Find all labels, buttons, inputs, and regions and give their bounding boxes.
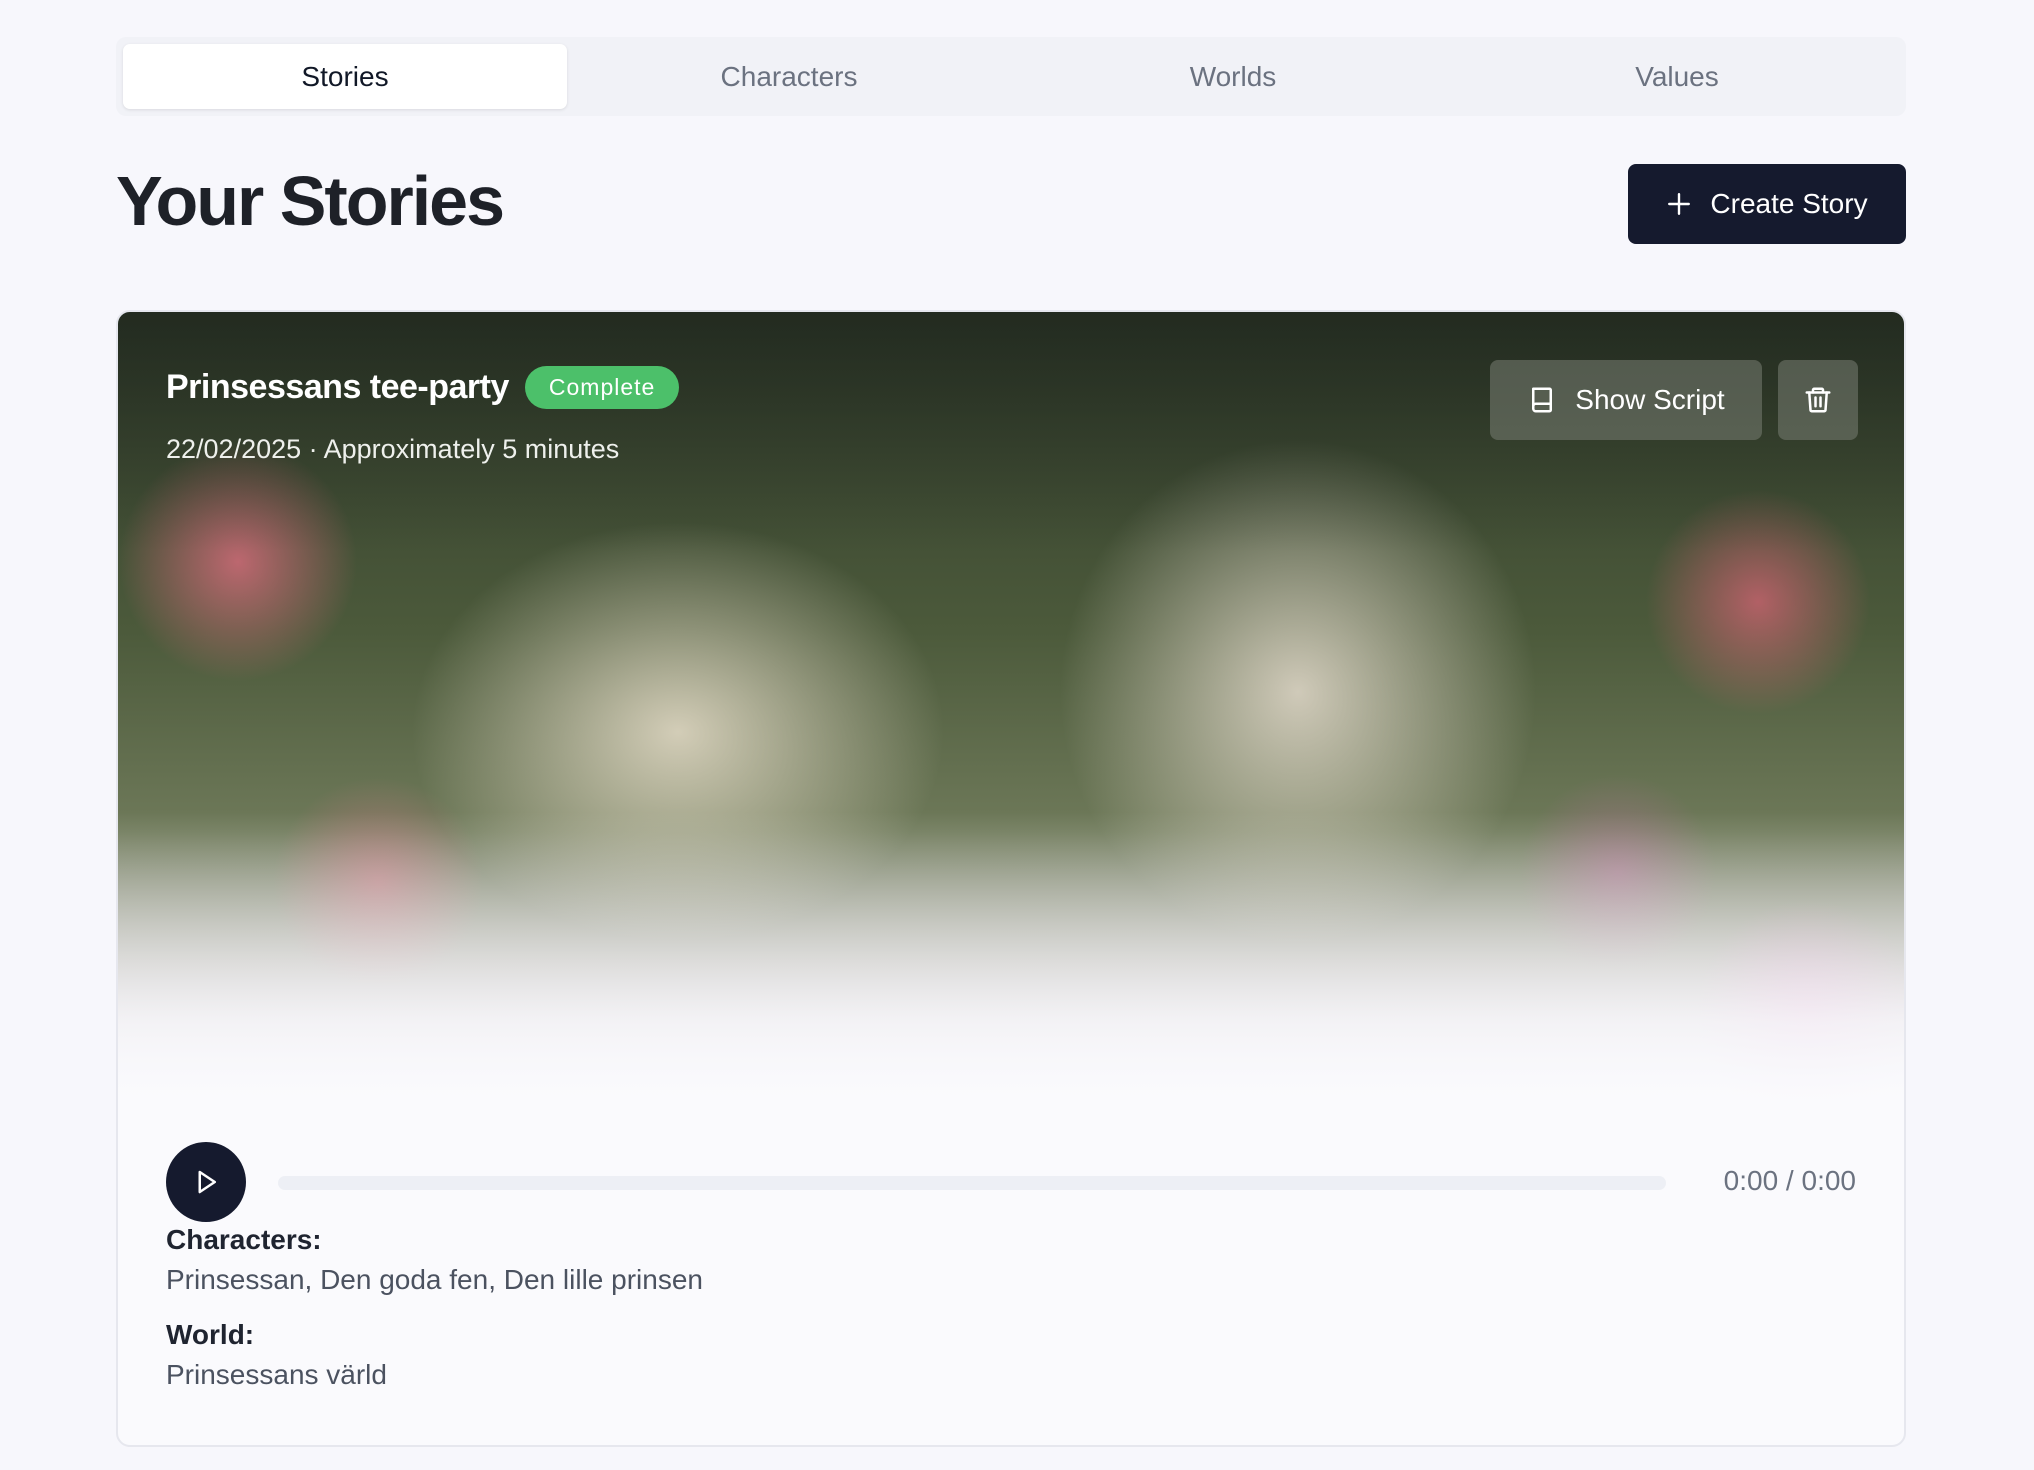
plus-icon xyxy=(1668,193,1691,215)
tab-stories[interactable]: Stories xyxy=(123,44,567,109)
page-title: Your Stories xyxy=(116,162,505,240)
cover-bottom-fade xyxy=(118,812,1904,1112)
characters-value: Prinsessan, Den goda fen, Den lille prin… xyxy=(166,1264,703,1295)
world-label: World: xyxy=(166,1319,255,1350)
audio-progress-bar[interactable] xyxy=(278,1176,1666,1190)
show-script-button[interactable]: Show Script xyxy=(1490,360,1762,440)
tab-values[interactable]: Values xyxy=(1455,44,1899,109)
show-script-label: Show Script xyxy=(1575,384,1725,415)
tab-worlds[interactable]: Worlds xyxy=(1011,44,1455,109)
time-readout: 0:00 / 0:00 xyxy=(1723,1165,1856,1196)
create-story-label: Create Story xyxy=(1710,188,1868,219)
delete-story-button[interactable] xyxy=(1778,360,1858,440)
status-badge: Complete xyxy=(524,366,680,409)
characters-label: Characters: xyxy=(166,1224,322,1255)
main-tabs: Stories Characters Worlds Values xyxy=(116,37,1906,116)
story-title-row: Prinsessans tee-party Complete xyxy=(166,366,680,409)
story-meta: 22/02/2025 · Approximately 5 minutes xyxy=(166,434,620,464)
story-title: Prinsessans tee-party xyxy=(166,368,509,406)
tab-characters[interactable]: Characters xyxy=(567,44,1011,109)
play-icon xyxy=(198,1170,216,1194)
play-button[interactable] xyxy=(166,1142,246,1222)
trash-icon xyxy=(1805,387,1831,413)
world-value: Prinsessans värld xyxy=(166,1359,387,1390)
book-icon xyxy=(1532,387,1553,413)
create-story-button[interactable]: Create Story xyxy=(1628,164,1906,244)
story-card: Prinsessans tee-party Complete 22/02/202… xyxy=(116,310,1906,1447)
